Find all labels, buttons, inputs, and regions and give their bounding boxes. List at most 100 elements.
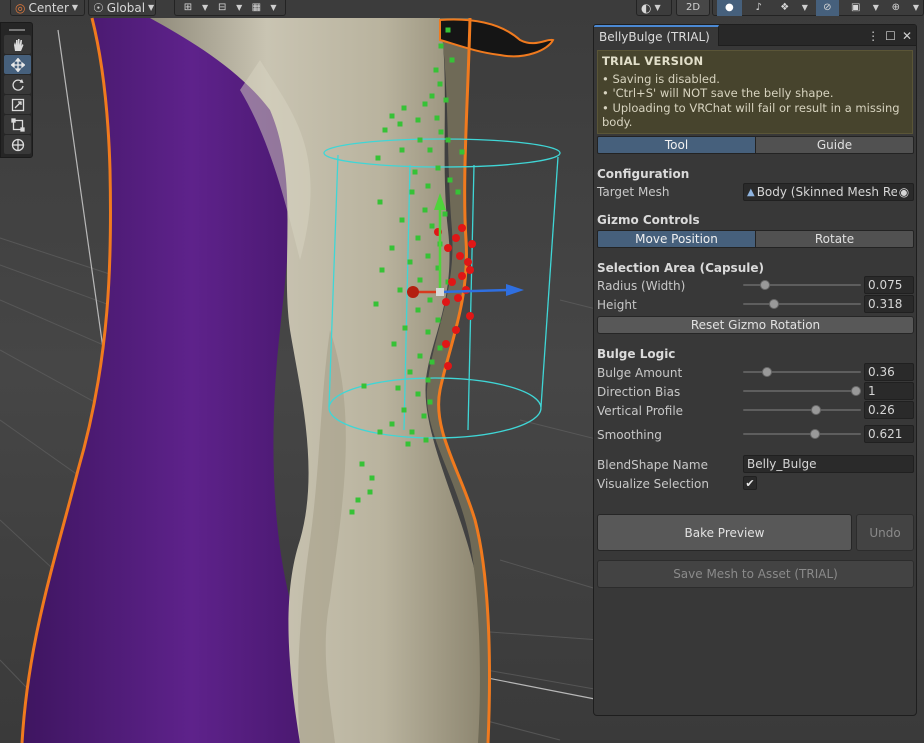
audio-icon[interactable]: ♪: [750, 0, 768, 16]
close-icon[interactable]: ✕: [902, 29, 912, 43]
increment-snap-icon[interactable]: ⊟: [213, 0, 231, 16]
selected-vertex: [369, 475, 375, 481]
transform-tool-icon[interactable]: [4, 135, 31, 154]
selected-vertex: [415, 117, 421, 123]
vertical-profile-label: Vertical Profile: [597, 404, 684, 418]
bulge-vertex: [458, 224, 466, 232]
panel-tab-bar: BellyBulge (TRIAL) ⋮ ☐ ✕: [594, 25, 916, 46]
reset-gizmo-rotation-button[interactable]: Reset Gizmo Rotation: [597, 316, 914, 334]
scale-tool-icon[interactable]: [4, 95, 31, 114]
slider-track: [743, 303, 861, 305]
toggle-2d-button[interactable]: 2D: [676, 0, 710, 16]
gizmos-icon[interactable]: ⊕: [887, 0, 905, 16]
target-mesh-field[interactable]: ▲ Body (Skinned Mesh Rer ◉: [743, 183, 914, 201]
tab-tool[interactable]: Tool: [598, 137, 755, 153]
shading-mode-icon: ◐: [641, 0, 652, 15]
pivot-rotation-dropdown[interactable]: ☉ Global ▼: [88, 0, 156, 16]
undo-button[interactable]: Undo: [856, 514, 914, 551]
selected-vertex: [379, 267, 385, 273]
direction-bias-slider[interactable]: [743, 382, 862, 400]
selected-vertex: [427, 297, 433, 303]
move-position-button[interactable]: Move Position: [598, 231, 755, 247]
chevron-down-icon[interactable]: ▼: [913, 3, 919, 12]
selected-vertex: [401, 105, 407, 111]
selected-vertex: [349, 509, 355, 515]
save-mesh-button[interactable]: Save Mesh to Asset (TRIAL): [597, 560, 914, 588]
bulge-amount-label: Bulge Amount: [597, 366, 683, 380]
height-value-field[interactable]: 0.318: [864, 295, 914, 313]
rotate-button[interactable]: Rotate: [755, 231, 913, 247]
hidden-objects-icon[interactable]: ⊘: [815, 0, 839, 16]
more-options-icon[interactable]: ⋮: [867, 29, 879, 43]
selected-vertex: [417, 353, 423, 359]
chevron-down-icon[interactable]: ▼: [202, 3, 208, 12]
slider-track: [743, 390, 861, 392]
pivot-mode-label: Center: [28, 0, 69, 15]
blendshape-name-input[interactable]: Belly_Bulge: [743, 455, 914, 473]
draw-mode-dropdown[interactable]: ◐ ▼: [636, 0, 672, 16]
lighting-icon[interactable]: ●: [717, 0, 742, 16]
camera-icon[interactable]: ▣: [847, 0, 865, 16]
globe-icon: ☉: [93, 0, 104, 15]
warning-line: • Uploading to VRChat will fail or resul…: [602, 100, 900, 130]
smoothing-field[interactable]: 0.621: [864, 425, 914, 443]
selected-vertex: [422, 101, 428, 107]
radius-slider[interactable]: [743, 276, 861, 294]
selected-vertex: [425, 329, 431, 335]
selected-vertex: [389, 245, 395, 251]
skinned-mesh-icon: ▲: [747, 186, 755, 198]
direction-bias-field[interactable]: 1: [864, 382, 914, 400]
vertical-profile-slider[interactable]: [743, 401, 861, 419]
bulge-amount-field[interactable]: 0.36: [864, 363, 914, 381]
bulge-amount-slider[interactable]: [743, 363, 861, 381]
object-picker-icon[interactable]: ◉: [897, 185, 911, 199]
slider-knob[interactable]: [768, 299, 779, 309]
blendshape-name-label: BlendShape Name: [597, 458, 708, 472]
height-label: Height: [597, 298, 637, 312]
bulge-vertex: [448, 278, 456, 286]
effects-icon[interactable]: ❖: [776, 0, 794, 16]
chevron-down-icon[interactable]: ▼: [236, 3, 242, 12]
selected-vertex: [435, 317, 441, 323]
pivot-mode-dropdown[interactable]: ◎ Center ▼: [10, 0, 85, 16]
smoothing-slider[interactable]: [743, 425, 861, 443]
selected-vertex: [437, 345, 443, 351]
bellybulge-panel: BellyBulge (TRIAL) ⋮ ☐ ✕ TRIAL VERSION •…: [593, 24, 917, 716]
visualize-selection-checkbox[interactable]: ✔: [743, 476, 757, 490]
slider-knob[interactable]: [761, 367, 772, 377]
bulge-vertex: [444, 244, 452, 252]
hand-tool-icon[interactable]: [4, 35, 31, 54]
slider-track: [743, 371, 861, 373]
panel-tab[interactable]: BellyBulge (TRIAL): [594, 25, 719, 46]
selected-vertex: [355, 497, 361, 503]
selected-vertex: [407, 259, 413, 265]
bulge-vertex: [458, 272, 466, 280]
radius-value-field[interactable]: 0.075: [864, 276, 914, 294]
palette-grip-handle[interactable]: [4, 25, 29, 35]
maximize-icon[interactable]: ☐: [885, 29, 896, 43]
chevron-down-icon[interactable]: ▼: [802, 3, 808, 12]
rotate-tool-icon[interactable]: [4, 75, 31, 94]
bake-preview-button[interactable]: Bake Preview: [597, 514, 852, 551]
selected-vertex: [409, 189, 415, 195]
slider-knob[interactable]: [809, 429, 820, 439]
tab-guide[interactable]: Guide: [755, 137, 913, 153]
vertical-profile-field[interactable]: 0.26: [864, 401, 914, 419]
visualize-selection-label: Visualize Selection: [597, 477, 709, 491]
slider-knob[interactable]: [811, 405, 822, 415]
selected-vertex: [435, 165, 441, 171]
rect-tool-icon[interactable]: [4, 115, 31, 134]
chevron-down-icon[interactable]: ▼: [873, 3, 879, 12]
bulge-vertex: [442, 298, 450, 306]
selected-vertex: [417, 137, 423, 143]
gizmo-mode-buttons: Move Position Rotate: [597, 230, 914, 248]
smoothing-label: Smoothing: [597, 428, 662, 442]
slider-knob[interactable]: [851, 386, 862, 396]
move-tool-icon[interactable]: [4, 55, 31, 74]
selected-vertex: [399, 147, 405, 153]
chevron-down-icon[interactable]: ▼: [270, 3, 276, 12]
grid-visibility-icon[interactable]: ▦: [247, 0, 265, 16]
height-slider[interactable]: [743, 295, 861, 313]
slider-knob[interactable]: [760, 280, 771, 290]
grid-snap-icon[interactable]: ⊞: [179, 0, 197, 16]
